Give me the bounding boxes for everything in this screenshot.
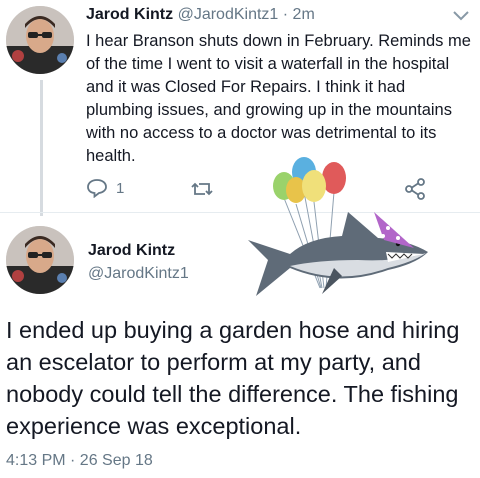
reply-tweet-header: Jarod Kintz @JarodKintz1 · 2m [86,6,315,24]
avatar[interactable] [6,6,74,74]
tweet-timestamp[interactable]: 4:13 PM · 26 Sep 18 [6,452,153,470]
reply-button[interactable]: 1 [86,178,124,198]
avatar-photo-icon [6,226,74,294]
reply-icon [87,179,107,198]
separator-dot: · [282,6,289,23]
author-name[interactable]: Jarod Kintz [88,242,175,260]
reply-count: 1 [116,179,125,197]
author-handle[interactable]: @JarodKintz1 [88,265,189,283]
party-shark-sticker-icon [248,157,428,296]
balloon [302,170,326,202]
avatar[interactable] [6,226,74,294]
thread-connector-line [40,80,43,216]
author-handle[interactable]: @JarodKintz1 [178,6,279,23]
author-name[interactable]: Jarod Kintz [86,6,173,23]
retweet-icon[interactable] [190,180,214,198]
main-tweet-text: I ended up buying a garden hose and hiri… [6,317,460,439]
avatar-photo-icon [6,6,74,74]
tweet-age[interactable]: 2m [293,6,315,23]
chevron-down-icon[interactable] [452,10,470,22]
